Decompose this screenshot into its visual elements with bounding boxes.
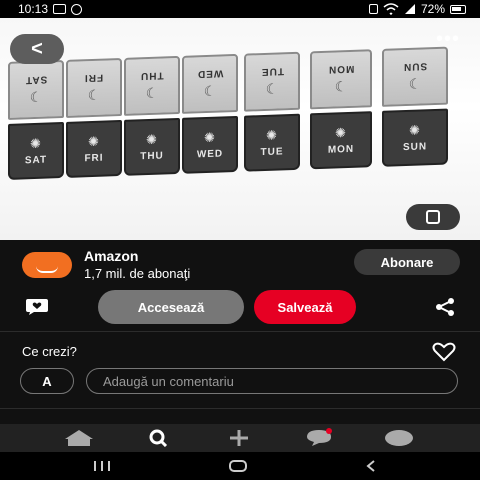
visual-search-button[interactable]: [406, 204, 460, 230]
compartment: FRI ☾ ✺ FRI: [66, 57, 122, 178]
compartment: SUN ☾ ✺ SUN: [382, 46, 448, 167]
wifi-icon: [383, 3, 399, 15]
moon-icon: ☾: [203, 82, 217, 100]
base-day-label: FRI: [84, 152, 104, 165]
pin-details-panel: Amazon 1,7 mil. de abonaţi Abonare Acces…: [0, 240, 480, 424]
back-button[interactable]: <: [10, 34, 64, 64]
nav-home[interactable]: [64, 428, 94, 448]
recent-apps-icon[interactable]: [93, 459, 111, 473]
base-day-label: TUE: [260, 146, 284, 159]
sun-icon: ✺: [335, 125, 347, 141]
lid-day-label: SUN: [402, 60, 428, 73]
base-day-label: SAT: [24, 154, 48, 167]
nav-search[interactable]: [144, 428, 174, 448]
battery-percent: 72%: [420, 2, 445, 16]
moon-icon: ☾: [334, 78, 348, 95]
system-navigation: [0, 452, 480, 480]
compartment: MON ☾ ✺ MON: [310, 49, 372, 170]
lid-day-label: SAT: [24, 73, 48, 86]
lid-day-label: TUE: [260, 65, 284, 78]
base-day-label: THU: [140, 150, 164, 163]
comment-icon[interactable]: [25, 298, 49, 316]
sun-icon: ✺: [88, 133, 100, 150]
creator-avatar[interactable]: [22, 251, 72, 278]
pill-organizer-image: SAT ☾ ✺ SAT FRI ☾ ✺ FRI THU ☾ ✺ THU WED ☾ ✺ WED …: [4, 46, 466, 208]
home-button-icon[interactable]: [228, 459, 248, 473]
sun-icon: ✺: [30, 135, 42, 152]
whatsapp-icon: [71, 3, 83, 15]
battery-icon: [450, 4, 466, 14]
comments-prompt: Ce crezi?: [22, 344, 77, 359]
signal-icon: [404, 4, 415, 14]
share-icon[interactable]: [434, 298, 456, 316]
compartment: TUE ☾ ✺ TUE: [244, 51, 300, 172]
sun-icon: ✺: [204, 129, 216, 146]
comment-input[interactable]: [86, 368, 458, 394]
divider: [0, 408, 480, 409]
base-day-label: MON: [327, 143, 355, 156]
back-icon: <: [31, 37, 43, 60]
user-avatar[interactable]: A: [20, 368, 74, 394]
moon-icon: ☾: [265, 80, 279, 97]
sun-icon: ✺: [146, 131, 158, 148]
status-bar: 10:13 72%: [0, 0, 480, 18]
base-day-label: WED: [196, 148, 224, 161]
moon-icon: ☾: [145, 84, 159, 102]
nav-create[interactable]: [224, 428, 254, 448]
back-nav-icon[interactable]: [364, 459, 378, 473]
compartment: SAT ☾ ✺ SAT: [8, 59, 64, 180]
home-icon: [65, 430, 93, 446]
save-button[interactable]: Salvează: [254, 290, 356, 324]
notification-dot: [326, 428, 332, 434]
more-options-button[interactable]: •••: [436, 28, 460, 51]
sun-icon: ✺: [266, 127, 278, 143]
creator-name[interactable]: Amazon: [84, 248, 190, 264]
search-icon: [149, 429, 168, 447]
pin-image[interactable]: SAT ☾ ✺ SAT FRI ☾ ✺ FRI THU ☾ ✺ THU WED ☾ ✺ WED …: [0, 18, 480, 240]
lid-day-label: FRI: [84, 71, 104, 84]
base-day-label: SUN: [402, 141, 428, 154]
visit-button[interactable]: Accesează: [98, 290, 244, 324]
profile-icon: [385, 430, 413, 446]
clock: 10:13: [18, 2, 49, 16]
heart-icon[interactable]: [432, 342, 456, 362]
nav-profile[interactable]: [384, 428, 414, 448]
nav-messages[interactable]: [304, 428, 334, 448]
lock-icon: [368, 4, 378, 14]
creator-info[interactable]: Amazon 1,7 mil. de abonaţi: [22, 248, 190, 281]
lid-day-label: THU: [140, 69, 164, 82]
lid-day-label: MON: [327, 62, 355, 75]
subscriber-count: 1,7 mil. de abonaţi: [84, 266, 191, 281]
image-icon: [53, 4, 67, 14]
compartment: WED ☾ ✺ WED: [182, 53, 238, 174]
bottom-navigation: [0, 424, 480, 452]
lens-icon: [426, 210, 440, 224]
compartment: THU ☾ ✺ THU: [124, 55, 180, 176]
plus-icon: [230, 430, 248, 446]
divider: [0, 331, 480, 332]
lid-day-label: WED: [196, 67, 224, 80]
action-row: Accesează Salvează: [0, 290, 480, 324]
moon-icon: ☾: [29, 88, 43, 106]
sun-icon: ✺: [409, 122, 421, 138]
follow-button[interactable]: Abonare: [354, 249, 460, 275]
moon-icon: ☾: [408, 75, 422, 92]
moon-icon: ☾: [87, 86, 101, 104]
